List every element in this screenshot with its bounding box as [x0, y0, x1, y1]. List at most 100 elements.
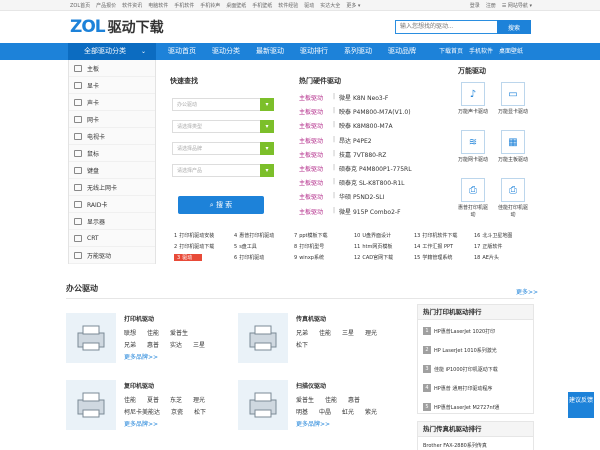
- quick-select[interactable]: 办公驱动 ▾: [172, 98, 274, 111]
- keyword-link[interactable]: 6 打印机驱动: [234, 254, 264, 261]
- keyword-link[interactable]: 10 U盘界面设计: [354, 232, 391, 239]
- topbar-link[interactable]: 手机软件: [174, 2, 194, 9]
- brand-link[interactable]: 惠普: [348, 395, 360, 404]
- brand-link[interactable]: 松下: [296, 340, 308, 349]
- topbar-link[interactable]: 桌面壁纸: [226, 2, 246, 9]
- sidebar-item[interactable]: 显示器: [69, 213, 155, 230]
- brand-link[interactable]: 联想: [124, 328, 136, 337]
- sidebar-item[interactable]: 万能驱动: [69, 247, 155, 264]
- brand-link[interactable]: 明基: [296, 407, 308, 416]
- topbar-link[interactable]: 驱动: [304, 2, 314, 9]
- sidebar-item[interactable]: RAID卡: [69, 196, 155, 213]
- sidebar-item[interactable]: 鼠标: [69, 145, 155, 162]
- office-more-link[interactable]: 更多>>: [516, 287, 538, 296]
- brand-link[interactable]: 柯尼卡美能达: [124, 407, 160, 416]
- nav-item-secondary[interactable]: 下载首页: [436, 43, 466, 60]
- keyword-link[interactable]: 14 工作汇报 PPT: [414, 243, 453, 250]
- card-title[interactable]: 打印机驱动: [124, 314, 154, 323]
- quick-select[interactable]: 请选择类型 ▾: [172, 120, 274, 133]
- sidebar-item[interactable]: 声卡: [69, 94, 155, 111]
- topbar-link[interactable]: 手机壁纸: [252, 2, 272, 9]
- nav-item[interactable]: 驱动排行: [292, 43, 336, 60]
- brand-link[interactable]: 理光: [365, 328, 377, 337]
- keyword-link[interactable]: 13 打印机软件下载: [414, 232, 457, 239]
- sidebar-item[interactable]: 主板: [69, 60, 155, 77]
- nav-item[interactable]: 驱动分类: [204, 43, 248, 60]
- fax-rank-item[interactable]: Brother FAX-2880系列传真: [423, 442, 487, 449]
- sidebar-item[interactable]: CRT: [69, 230, 155, 247]
- brand-link[interactable]: 爱普生: [296, 395, 314, 404]
- topbar-link[interactable]: ☰ 网站导航 ▾: [502, 2, 532, 9]
- card-title[interactable]: 扫描仪驱动: [296, 381, 326, 390]
- keyword-link[interactable]: 2 打印机驱动下载: [174, 243, 214, 250]
- brand-link[interactable]: 实达: [170, 340, 182, 349]
- quick-search-button[interactable]: ⌕ 搜 索: [178, 196, 264, 214]
- keyword-link[interactable]: 12 CAD官网下载: [354, 254, 393, 261]
- sidebar-item[interactable]: 电视卡: [69, 128, 155, 145]
- brand-link[interactable]: 中晶: [319, 407, 331, 416]
- brand-link[interactable]: 松下: [194, 407, 206, 416]
- card-title[interactable]: 传真机驱动: [296, 314, 326, 323]
- more-brands-link[interactable]: 更多品牌>>: [124, 352, 158, 361]
- more-brands-link[interactable]: 更多品牌>>: [296, 419, 330, 428]
- universal-driver-item[interactable]: ⎙ 惠普打印机驱动: [456, 178, 490, 218]
- quick-select[interactable]: 请选择品牌 ▾: [172, 142, 274, 155]
- topbar-link[interactable]: 登录: [470, 2, 480, 9]
- universal-driver-item[interactable]: ⎙ 佳能打印机驱动: [496, 178, 530, 218]
- nav-item-secondary[interactable]: 手机软件: [466, 43, 496, 60]
- brand-link[interactable]: 东芝: [170, 395, 182, 404]
- hot-driver-row[interactable]: 主板驱动 | 技嘉 7VT880-RZ: [299, 150, 386, 159]
- brand-link[interactable]: 三星: [193, 340, 205, 349]
- topbar-link[interactable]: 电脑软件: [148, 2, 168, 9]
- hot-driver-row[interactable]: 主板驱动 | 硕泰克 SL-K8T800-R1L: [299, 178, 405, 187]
- universal-driver-item[interactable]: ≋ 万能网卡驱动: [456, 130, 490, 163]
- brand-link[interactable]: 理光: [193, 395, 205, 404]
- rank-item[interactable]: 1 HP惠普LaserJet 1020打印: [423, 327, 495, 335]
- topbar-link[interactable]: ZOL首页: [70, 2, 90, 9]
- logo[interactable]: ZOL 驱动下载: [70, 16, 164, 38]
- rank-item[interactable]: 3 佳能 iP1000打印机驱动下载: [423, 365, 498, 373]
- nav-item[interactable]: 最新驱动: [248, 43, 292, 60]
- brand-link[interactable]: 佳能: [124, 395, 136, 404]
- keyword-link[interactable]: 8 打印机型号: [294, 243, 324, 250]
- card-title[interactable]: 复印机驱动: [124, 381, 154, 390]
- hot-driver-row[interactable]: 主板驱动 | 映泰 P4M800-M7A(V1.0): [299, 107, 411, 116]
- category-dropdown[interactable]: 全部驱动分类 ⌄: [68, 43, 156, 60]
- hot-driver-row[interactable]: 主板驱动 | 硕泰克 P4M800P1-775RL: [299, 164, 412, 173]
- rank-item[interactable]: 4 HP惠普 通用打印驱动程序: [423, 384, 492, 392]
- brand-link[interactable]: 夏普: [147, 395, 159, 404]
- keyword-link[interactable]: 1 打印机驱动安装: [174, 232, 214, 239]
- universal-driver-item[interactable]: ▭ 万能显卡驱动: [496, 82, 530, 115]
- brand-link[interactable]: 兄弟: [296, 328, 308, 337]
- rank-item[interactable]: 5 HP惠普LaserJet M2727nf通: [423, 403, 499, 411]
- nav-item[interactable]: 驱动首页: [160, 43, 204, 60]
- hot-driver-row[interactable]: 主板驱动 | 微星 K8N Neo3-F: [299, 93, 388, 102]
- hot-driver-row[interactable]: 主板驱动 | 微星 915P Combo2-F: [299, 207, 401, 216]
- sidebar-item[interactable]: 键盘: [69, 162, 155, 179]
- brand-link[interactable]: 虹光: [342, 407, 354, 416]
- brand-link[interactable]: 紫光: [365, 407, 377, 416]
- topbar-link[interactable]: 软件资讯: [122, 2, 142, 9]
- universal-driver-item[interactable]: ▦ 万能主板驱动: [496, 130, 530, 163]
- search-input[interactable]: [396, 21, 497, 33]
- brand-link[interactable]: 佳能: [147, 328, 159, 337]
- keyword-link[interactable]: 15 学籍管理系统: [414, 254, 452, 261]
- topbar-link[interactable]: 产品报价: [96, 2, 116, 9]
- universal-driver-item[interactable]: ♪ 万能声卡驱动: [456, 82, 490, 115]
- keyword-link[interactable]: 18 AE片头: [474, 254, 499, 261]
- keyword-link[interactable]: 9 winxp系统: [294, 254, 324, 261]
- topbar-link[interactable]: 实达大全: [320, 2, 340, 9]
- keyword-link[interactable]: 3 驱动: [174, 254, 203, 261]
- keyword-link[interactable]: 17 正版软件: [474, 243, 502, 250]
- topbar-link[interactable]: 注册: [486, 2, 496, 9]
- nav-item[interactable]: 系列驱动: [336, 43, 380, 60]
- more-brands-link[interactable]: 更多品牌>>: [124, 419, 158, 428]
- brand-link[interactable]: 京瓷: [171, 407, 183, 416]
- sidebar-item[interactable]: 显卡: [69, 77, 155, 94]
- brand-link[interactable]: 佳能: [319, 328, 331, 337]
- brand-link[interactable]: 惠普: [147, 340, 159, 349]
- topbar-link[interactable]: 手机铃声: [200, 2, 220, 9]
- search-button[interactable]: 搜索: [497, 20, 531, 34]
- hot-driver-row[interactable]: 主板驱动 | 华硕 P5ND2-SLI: [299, 192, 384, 201]
- sidebar-item[interactable]: 网卡: [69, 111, 155, 128]
